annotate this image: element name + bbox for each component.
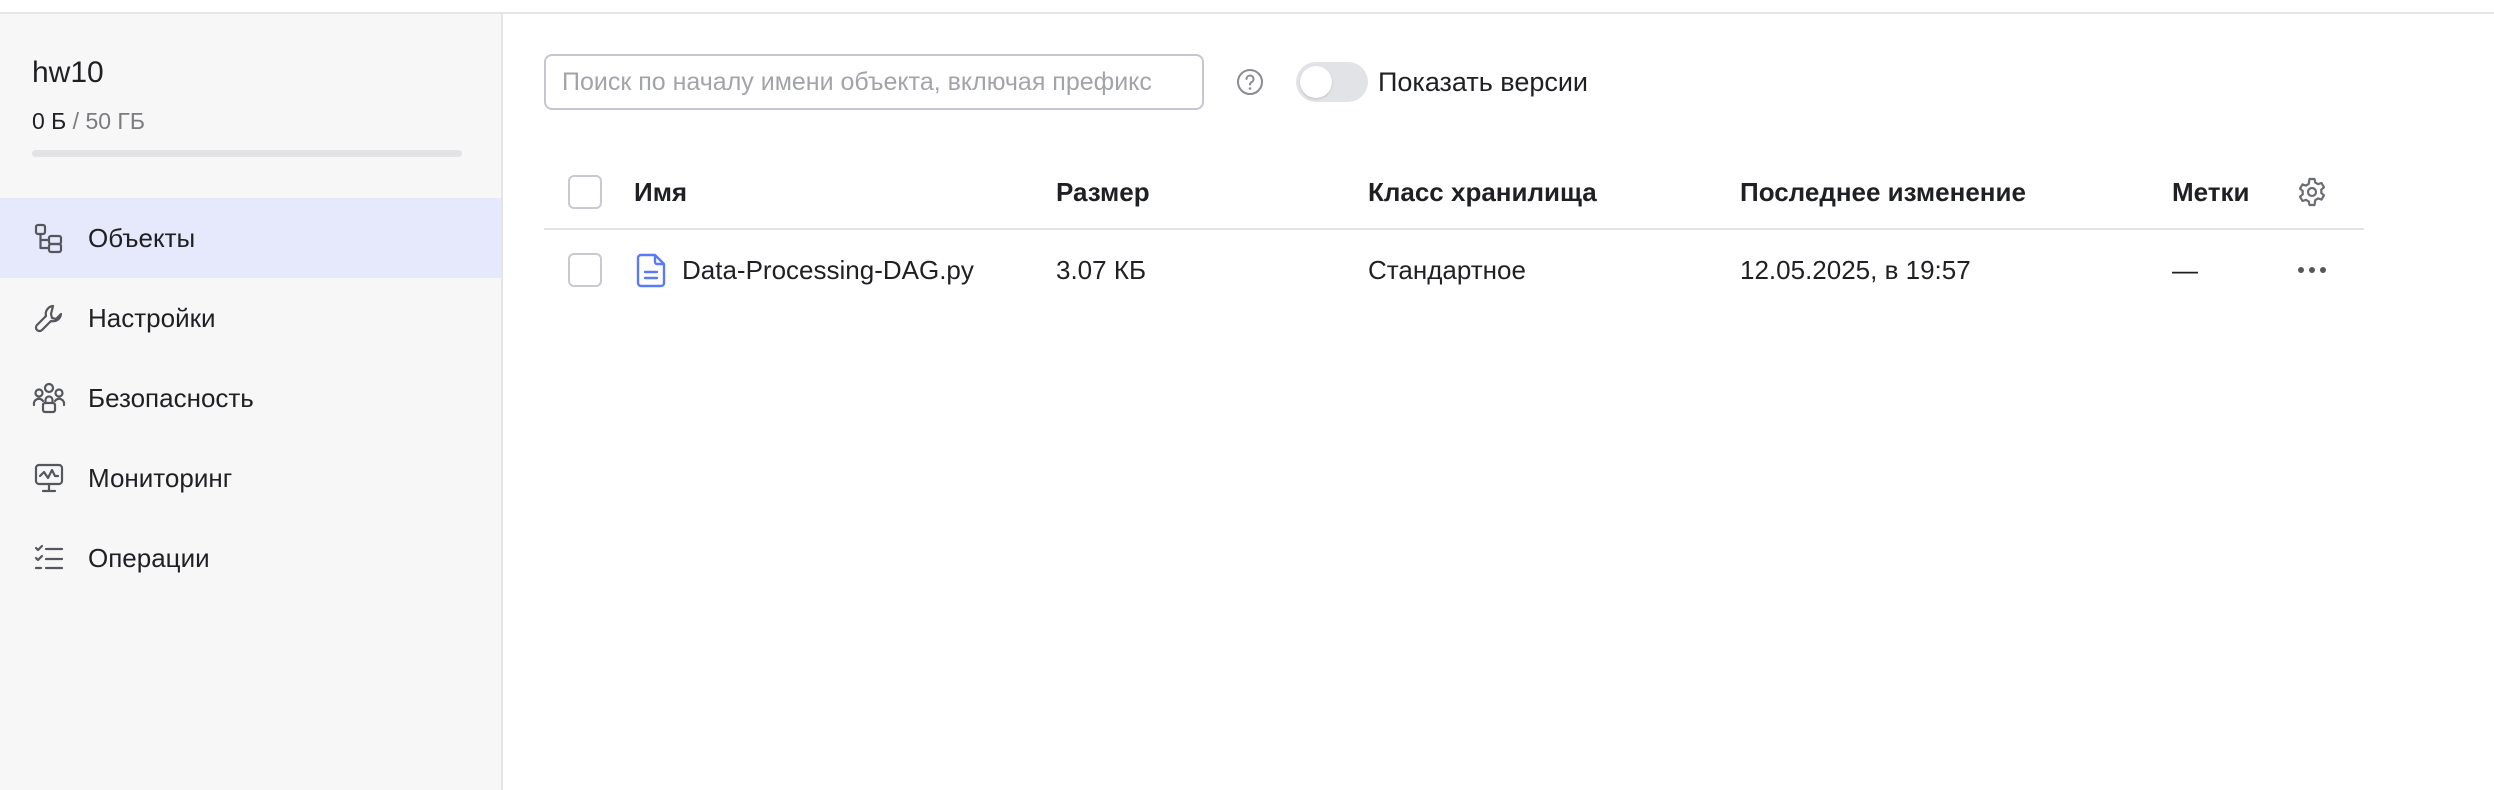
row-checkbox[interactable] — [568, 253, 602, 287]
sidebar: hw10 0 Б / 50 ГБ Объекты Настройки Безоп… — [0, 14, 503, 790]
table-header-row: Имя Размер Класс хранилища Последнее изм… — [544, 156, 2364, 230]
column-header-modified[interactable]: Последнее изменение — [1740, 156, 2026, 228]
object-storage-class: Стандартное — [1368, 254, 1526, 285]
gear-icon[interactable] — [2296, 176, 2328, 208]
column-header-labels: Метки — [2172, 176, 2250, 207]
object-labels: — — [2172, 254, 2198, 285]
sidebar-item-monitoring[interactable]: Мониторинг — [0, 438, 501, 518]
column-header-storage-class[interactable]: Класс хранилища — [1368, 156, 1597, 228]
bucket-name: hw10 — [32, 56, 104, 89]
ellipsis-icon[interactable] — [2297, 265, 2327, 275]
usage-separator: / — [72, 108, 80, 134]
table-settings-cell — [2296, 156, 2328, 228]
object-name-cell[interactable]: Data-Processing-DAG.py — [636, 230, 974, 310]
sidebar-item-label: Операции — [88, 542, 210, 573]
sidebar-item-label: Мониторинг — [88, 462, 233, 493]
column-header-name[interactable]: Имя — [634, 156, 687, 228]
sidebar-nav: Объекты Настройки Безопасность Мониторин… — [0, 198, 501, 598]
column-header-size[interactable]: Размер — [1056, 156, 1150, 228]
select-all-checkbox[interactable] — [568, 175, 602, 209]
object-size: 3.07 КБ — [1056, 254, 1147, 285]
list-check-icon — [32, 541, 66, 575]
object-modified: 12.05.2025, в 19:57 — [1740, 254, 1971, 285]
objects-table: Имя Размер Класс хранилища Последнее изм… — [544, 156, 2364, 310]
monitor-chart-icon — [32, 461, 66, 495]
persons-lock-icon — [32, 381, 66, 415]
object-name[interactable]: Data-Processing-DAG.py — [682, 255, 974, 286]
search-input[interactable] — [544, 54, 1204, 110]
objects-tree-icon — [32, 221, 66, 255]
sidebar-item-security[interactable]: Безопасность — [0, 358, 501, 438]
sidebar-item-label: Объекты — [88, 222, 196, 253]
row-select-cell — [568, 230, 602, 310]
sidebar-item-label: Настройки — [88, 302, 216, 333]
show-versions-toggle[interactable] — [1296, 62, 1368, 102]
usage-used: 0 Б — [32, 108, 67, 134]
show-versions-label: Показать версии — [1378, 67, 1589, 97]
question-circle-icon[interactable] — [1236, 68, 1264, 96]
sidebar-item-label: Безопасность — [88, 382, 254, 413]
usage-total: 50 ГБ — [85, 108, 145, 134]
header-select-cell — [568, 156, 602, 228]
sidebar-item-settings[interactable]: Настройки — [0, 278, 501, 358]
usage-progress-bar — [32, 150, 462, 157]
table-row[interactable]: Data-Processing-DAG.py 3.07 КБ Стандартн… — [544, 230, 2364, 310]
sidebar-item-objects[interactable]: Объекты — [0, 198, 501, 278]
wrench-icon — [32, 301, 66, 335]
storage-usage: 0 Б / 50 ГБ — [32, 108, 145, 135]
row-actions-cell — [2297, 230, 2327, 310]
sidebar-item-operations[interactable]: Операции — [0, 518, 501, 598]
toggle-knob — [1300, 66, 1332, 98]
file-text-icon — [636, 253, 666, 288]
